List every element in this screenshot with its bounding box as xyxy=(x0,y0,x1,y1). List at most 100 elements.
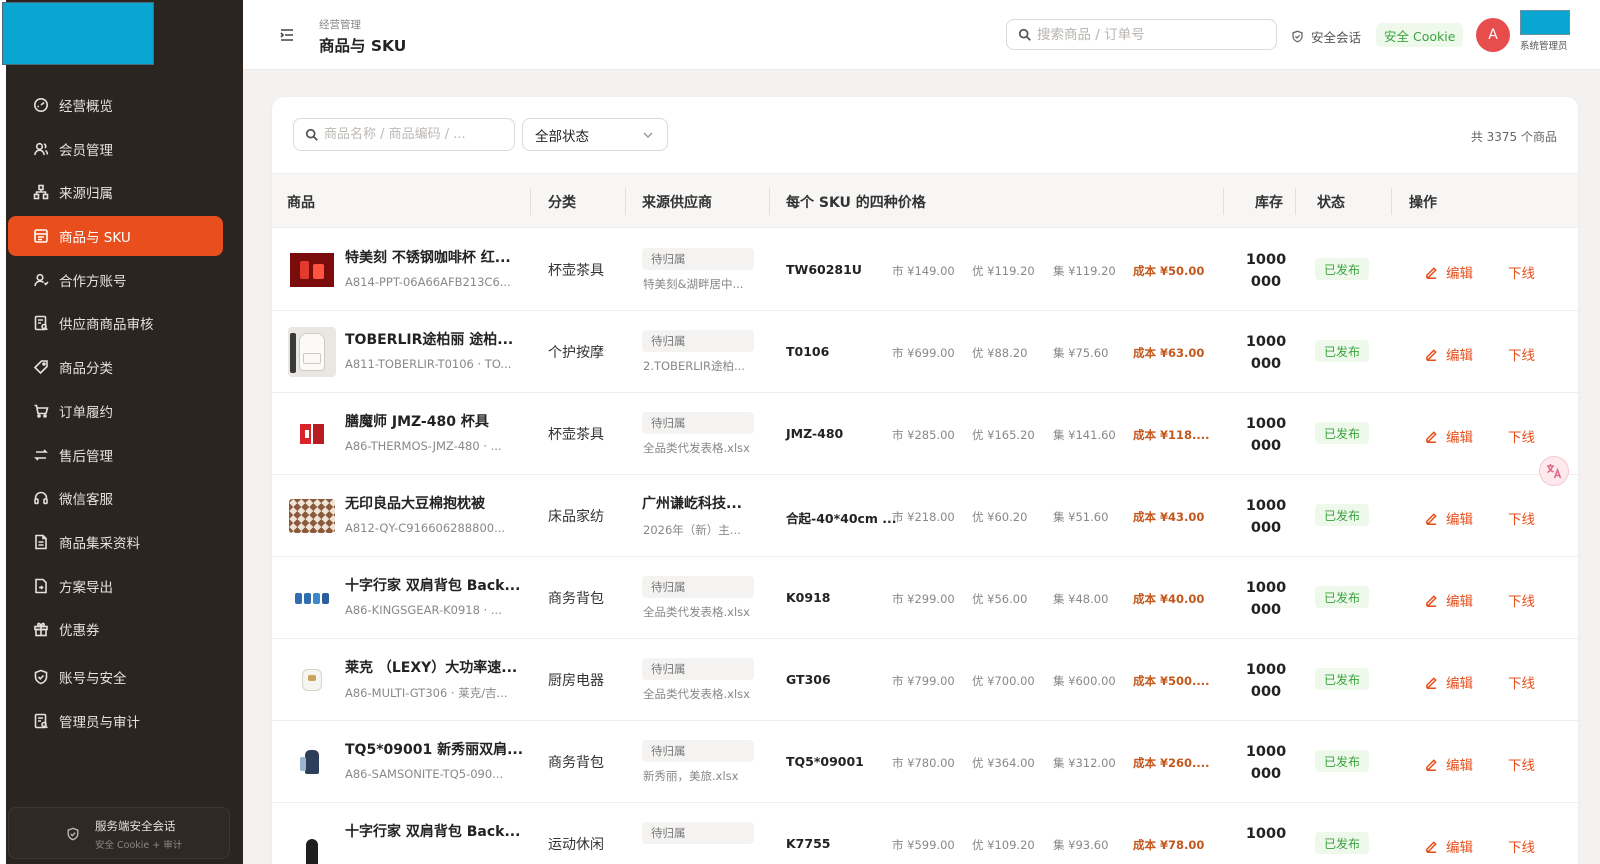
supplier-pending-badge: 待归属 xyxy=(642,248,754,270)
product-name[interactable]: 莱克 （LEXY）大功率速... xyxy=(345,657,517,677)
product-name[interactable]: TQ5*09001 新秀丽双肩... xyxy=(345,739,523,759)
edit-button[interactable]: 编辑 xyxy=(1425,590,1473,610)
table-row[interactable]: TQ5*09001 新秀丽双肩... A86-SAMSONITE-TQ5-090.… xyxy=(272,721,1578,803)
stock-line: 1000 xyxy=(1245,416,1287,432)
product-name[interactable]: 膳魔师 JMZ-480 杯具 xyxy=(345,411,489,431)
table-row[interactable]: 膳魔师 JMZ-480 杯具 A86-THERMOS-JMZ-480 · ... 杯… xyxy=(272,393,1578,475)
user-profile-image[interactable] xyxy=(1520,10,1570,35)
sidebar-item-partner-account[interactable]: 合作方账号 xyxy=(8,260,223,300)
menu-toggle-icon[interactable] xyxy=(279,27,295,43)
edit-button[interactable]: 编辑 xyxy=(1425,426,1473,446)
sidebar-item-export[interactable]: 方案导出 xyxy=(8,566,223,606)
product-code: A814-PPT-06A66AFB213C6... xyxy=(345,275,511,289)
group-price: 集 ¥119.20 xyxy=(1053,264,1116,278)
edit-button[interactable]: 编辑 xyxy=(1425,754,1473,774)
table-row[interactable]: TOBERLIR途柏丽 途柏... A811-TOBERLIR-T0106 · T… xyxy=(272,311,1578,393)
column-header-status[interactable]: 状态 xyxy=(1317,174,1345,229)
member-price: 优 ¥364.00 xyxy=(972,756,1035,770)
user-role: 系统管理员 xyxy=(1520,41,1568,52)
edit-icon xyxy=(1426,758,1437,771)
global-search[interactable] xyxy=(1006,19,1277,50)
edit-button[interactable]: 编辑 xyxy=(1425,836,1473,856)
product-category: 厨房电器 xyxy=(548,673,604,689)
product-table-card: 全部状态 共 3375 个商品 商品 分类 来源供应商 每个 SKU 的四种价格… xyxy=(272,97,1578,864)
member-price: 优 ¥56.00 xyxy=(972,592,1028,606)
supplier-pending-badge: 待归属 xyxy=(642,576,754,598)
product-name[interactable]: 特美刻 不锈钢咖啡杯 红... xyxy=(345,247,511,267)
offline-button[interactable]: 下线 xyxy=(1508,344,1535,364)
sku-code: TQ5*09001 xyxy=(786,754,864,769)
sidebar-item-label: 会员管理 xyxy=(59,142,113,159)
column-header-category[interactable]: 分类 xyxy=(548,174,576,229)
supplier-pending-badge: 待归属 xyxy=(642,330,754,352)
supplier-source-file: 2026年（新）主... xyxy=(643,523,741,537)
sidebar-item-label: 售后管理 xyxy=(59,448,113,465)
offline-button[interactable]: 下线 xyxy=(1508,672,1535,692)
brand-logo[interactable] xyxy=(2,2,154,65)
column-header-product[interactable]: 商品 xyxy=(287,174,315,229)
column-header-sku-prices[interactable]: 每个 SKU 的四种价格 xyxy=(786,174,926,229)
edit-button[interactable]: 编辑 xyxy=(1425,508,1473,528)
sidebar-item-cart[interactable]: 订单履约 xyxy=(8,391,223,431)
product-name[interactable]: TOBERLIR途柏丽 途柏... xyxy=(345,329,513,349)
table-row[interactable]: 十字行家 双肩背包 Back... A86-KINGSGEAR-K0918 · .… xyxy=(272,557,1578,639)
product-name[interactable]: 十字行家 双肩背包 Back... xyxy=(345,575,520,595)
edit-button[interactable]: 编辑 xyxy=(1425,262,1473,282)
offline-button[interactable]: 下线 xyxy=(1508,262,1535,282)
sidebar-item-dashboard[interactable]: 经营概览 xyxy=(8,85,223,125)
table-row[interactable]: 无印良品大豆棉抱枕被 A812-QY-C916606288800... 床品家纺 广州… xyxy=(272,475,1578,557)
product-thumbnail xyxy=(287,327,337,377)
status-badge: 已发布 xyxy=(1315,258,1370,280)
group-price: 集 ¥93.60 xyxy=(1053,838,1109,852)
member-price: 优 ¥165.20 xyxy=(972,428,1035,442)
members-icon xyxy=(33,141,49,157)
stock-line: 1000 xyxy=(1245,498,1287,514)
edit-button[interactable]: 编辑 xyxy=(1425,672,1473,692)
status-filter-select[interactable]: 全部状态 xyxy=(522,118,668,151)
breadcrumb[interactable]: 经营管理 xyxy=(319,17,361,32)
edit-icon xyxy=(1426,512,1437,525)
product-name[interactable]: 无印良品大豆棉抱枕被 xyxy=(345,493,485,513)
edit-label: 编辑 xyxy=(1446,840,1473,856)
sidebar-item-audit[interactable]: 管理员与审计 xyxy=(8,701,223,741)
sidebar-item-source-tree[interactable]: 来源归属 xyxy=(8,172,223,212)
stock-line: 000 xyxy=(1250,520,1282,536)
offline-button[interactable]: 下线 xyxy=(1508,590,1535,610)
table-row[interactable]: 十字行家 双肩背包 Back... 运动休闲 待归属 K7755 市 ¥599.00 优 … xyxy=(272,803,1578,864)
avatar[interactable]: A xyxy=(1476,18,1510,52)
table-row[interactable]: 特美刻 不锈钢咖啡杯 红... A814-PPT-06A66AFB213C6...… xyxy=(272,229,1578,311)
secure-session-indicator: 安全会话 xyxy=(1291,27,1361,46)
column-header-stock[interactable]: 库存 xyxy=(1255,174,1283,229)
stock-quantity: 1000 000 xyxy=(1240,413,1292,457)
offline-button[interactable]: 下线 xyxy=(1508,426,1535,446)
edit-label: 编辑 xyxy=(1446,594,1473,610)
product-name[interactable]: 十字行家 双肩背包 Back... xyxy=(345,821,520,841)
status-badge: 已发布 xyxy=(1315,340,1370,362)
sidebar-item-tag[interactable]: 商品分类 xyxy=(8,347,223,387)
sidebar-item-members[interactable]: 会员管理 xyxy=(8,129,223,169)
translate-float-button[interactable] xyxy=(1539,456,1569,486)
table-row[interactable]: 莱克 （LEXY）大功率速... A86-MULTI-GT306 · 莱克/吉..… xyxy=(272,639,1578,721)
edit-button[interactable]: 编辑 xyxy=(1425,344,1473,364)
offline-button[interactable]: 下线 xyxy=(1508,754,1535,774)
sidebar-item-gift[interactable]: 优惠券 xyxy=(8,609,223,649)
product-search-input[interactable] xyxy=(324,127,504,142)
product-search[interactable] xyxy=(293,118,515,151)
group-price: 集 ¥312.00 xyxy=(1053,756,1116,770)
offline-button[interactable]: 下线 xyxy=(1508,836,1535,856)
column-divider xyxy=(769,188,770,215)
sidebar-item-product-sku[interactable]: 商品与 SKU xyxy=(8,216,223,257)
supplier-source-file: 全品类代发表格.xlsx xyxy=(643,605,750,619)
sidebar-item-headset[interactable]: 微信客服 xyxy=(8,478,223,518)
stock-line: 1000 xyxy=(1245,744,1287,760)
sidebar-item-shield[interactable]: 账号与安全 xyxy=(8,657,223,697)
product-code: A812-QY-C916606288800... xyxy=(345,521,506,535)
sidebar-item-supplier-review[interactable]: 供应商商品审核 xyxy=(8,303,223,343)
supplier-name[interactable]: 广州谦屹科技... xyxy=(642,493,742,513)
sidebar-item-document[interactable]: 商品集采资料 xyxy=(8,522,223,562)
supplier-pending-badge: 待归属 xyxy=(642,740,754,762)
sidebar-item-return[interactable]: 售后管理 xyxy=(8,435,223,475)
global-search-input[interactable] xyxy=(1037,26,1257,43)
column-header-supplier[interactable]: 来源供应商 xyxy=(642,174,712,229)
offline-button[interactable]: 下线 xyxy=(1508,508,1535,528)
